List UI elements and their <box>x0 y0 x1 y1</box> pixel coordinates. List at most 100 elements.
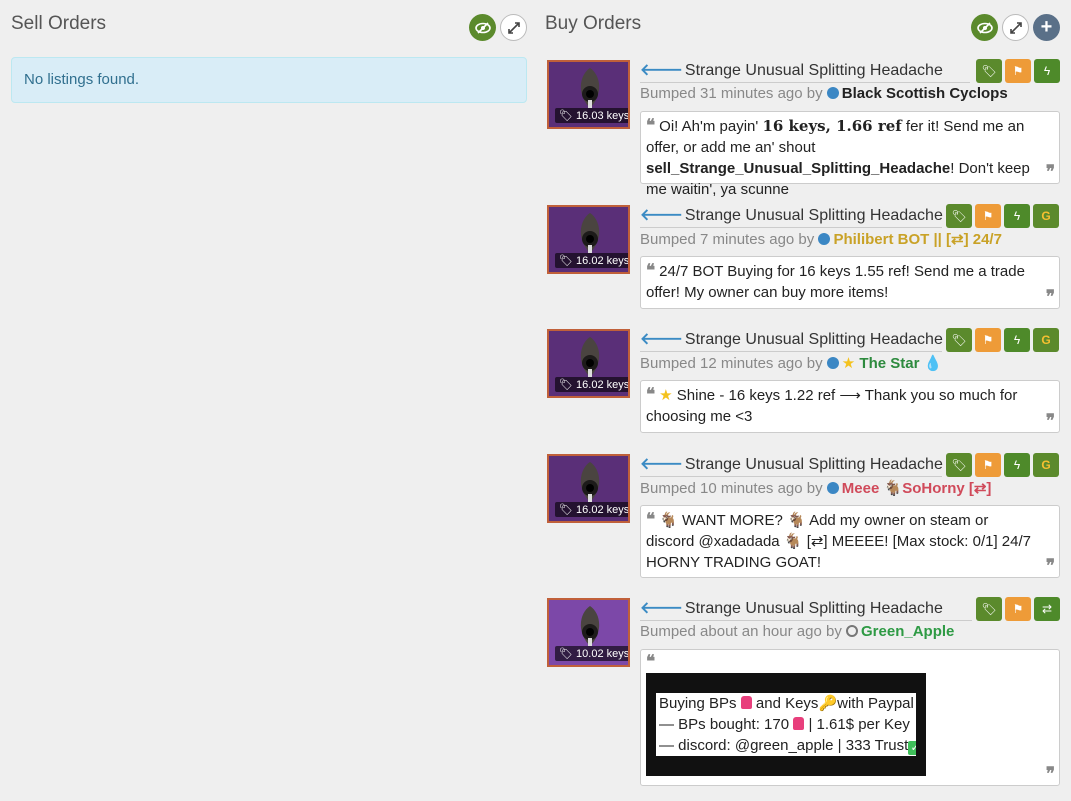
item-name: Strange Unusual Splitting Headache <box>684 62 943 79</box>
flag-button[interactable]: ⚑ <box>1005 597 1031 621</box>
bolt-button[interactable]: ϟ <box>1004 453 1030 477</box>
flag-icon: ⚑ <box>1012 64 1024 78</box>
ascii-border <box>646 673 926 693</box>
arrow-left-icon: 🡐 <box>640 456 683 473</box>
item-title[interactable]: 🡐 Strange Unusual Splitting Headache <box>640 454 943 476</box>
goat-icon: 🐐 <box>883 480 903 497</box>
comment-line: — discord: @green_apple | 333 Trust✓ <box>646 735 1035 756</box>
price-tag: 🏷 16.02 keys <box>555 253 630 268</box>
expand-button[interactable] <box>500 14 527 41</box>
bumped-text: Bumped 10 minutes ago by <box>640 480 823 497</box>
comment-text: — discord: @green_apple | 333 Trust <box>659 737 909 754</box>
item-image <box>580 462 600 502</box>
price-text: 16.02 keys <box>576 255 630 267</box>
user-name-part: Meee <box>841 480 880 497</box>
flag-icon: ⚑ <box>982 458 994 472</box>
item-thumbnail[interactable]: 🏷 16.03 keys <box>547 60 630 129</box>
bumped-info: Bumped 7 minutes ago by Philibert BOT ||… <box>640 230 1002 248</box>
comment-text: sell_Strange_Unusual_Splitting_Headache <box>646 160 951 177</box>
flag-button[interactable]: ⚑ <box>975 328 1001 352</box>
autobot-icon: G <box>1041 209 1051 223</box>
bumped-info: Bumped about an hour ago by Green_Apple <box>640 623 954 640</box>
droplet-icon: 💧 <box>923 355 943 372</box>
autobot-button[interactable]: G <box>1033 328 1059 352</box>
bolt-button[interactable]: ϟ <box>1034 59 1060 83</box>
key-icon: 🔑 <box>818 695 838 712</box>
autobot-button[interactable]: G <box>1033 204 1059 228</box>
trade-button[interactable]: ⇄ <box>1034 597 1060 621</box>
flag-button[interactable]: ⚑ <box>975 453 1001 477</box>
ascii-border <box>646 714 656 735</box>
add-listing-button[interactable]: + <box>1033 14 1060 41</box>
bumped-text: Bumped 31 minutes ago by <box>640 85 823 102</box>
comment-text: and Keys <box>755 695 819 712</box>
tag-icon: 🏷 <box>559 255 573 267</box>
tag-button[interactable]: 🏷 <box>976 597 1002 621</box>
toggle-visibility-button[interactable] <box>469 14 496 41</box>
item-title[interactable]: 🡐 Strange Unusual Splitting Headache <box>640 329 943 351</box>
ascii-border <box>646 693 656 714</box>
tag-button[interactable]: 🏷 <box>976 59 1002 83</box>
arrow-left-icon: 🡐 <box>640 600 683 617</box>
expand-button[interactable] <box>1002 14 1029 41</box>
item-name: Strange Unusual Splitting Headache <box>684 207 943 224</box>
star-icon: ★ <box>659 387 673 404</box>
toggle-visibility-button[interactable] <box>971 14 998 41</box>
user-link[interactable]: Philibert BOT || [⇄] 24/7 <box>833 231 1002 248</box>
item-title[interactable]: 🡐 Strange Unusual Splitting Headache <box>640 205 943 227</box>
tag-icon: 🏷 <box>951 209 967 223</box>
flag-button[interactable]: ⚑ <box>975 204 1001 228</box>
item-title[interactable]: 🡐 Strange Unusual Splitting Headache <box>640 60 943 82</box>
bumped-text: Bumped 7 minutes ago by <box>640 231 815 248</box>
listing-comment: ❝ 24/7 BOT Buying for 16 keys 1.55 ref! S… <box>640 256 1060 309</box>
quote-close-icon: ❞ <box>1045 287 1055 307</box>
tag-button[interactable]: 🏷 <box>946 204 972 228</box>
online-status-icon <box>826 482 839 494</box>
flag-icon: ⚑ <box>982 333 994 347</box>
flag-icon: ⚑ <box>982 209 994 223</box>
autobot-icon: G <box>1041 458 1051 472</box>
divider <box>640 82 970 83</box>
item-thumbnail[interactable]: 🏷 16.02 keys <box>547 329 630 398</box>
exchange-icon: ⇄ <box>1041 602 1053 616</box>
bumped-info: Bumped 10 minutes ago by Meee 🐐SoHorny [… <box>640 479 991 497</box>
tag-button[interactable]: 🏷 <box>946 328 972 352</box>
flag-button[interactable]: ⚑ <box>1005 59 1031 83</box>
flag-icon: ⚑ <box>1012 602 1024 616</box>
user-link[interactable]: Meee 🐐SoHorny [⇄] <box>842 480 992 497</box>
bolt-button[interactable]: ϟ <box>1004 204 1030 228</box>
quote-open-icon: ❝ <box>646 261 656 281</box>
item-thumbnail[interactable]: 🏷 16.02 keys <box>547 205 630 274</box>
item-thumbnail[interactable]: 🏷 10.02 keys <box>547 598 630 667</box>
item-title[interactable]: 🡐 Strange Unusual Splitting Headache <box>640 598 943 620</box>
expand-icon <box>507 21 520 34</box>
comment-text: Shine - 16 keys 1.22 ref ⟶ Thank you so … <box>646 387 1018 425</box>
quote-close-icon: ❞ <box>1045 556 1055 576</box>
user-link[interactable]: Black Scottish Cyclops <box>842 85 1008 102</box>
user-link[interactable]: The Star <box>859 355 919 372</box>
goat-icon: 🐐 <box>783 533 803 550</box>
user-name-part: SoHorny [⇄] <box>902 480 992 497</box>
shopping-bag-icon <box>740 696 752 709</box>
tag-icon: 🏷 <box>951 333 967 347</box>
comment-text: 24/7 BOT Buying for 16 keys 1.55 ref! Se… <box>646 263 1025 301</box>
tag-icon: 🏷 <box>951 458 967 472</box>
item-image <box>580 606 600 646</box>
expand-icon <box>1009 21 1022 34</box>
tag-icon: 🏷 <box>981 64 997 78</box>
tag-icon: 🏷 <box>559 648 573 660</box>
item-thumbnail[interactable]: 🏷 16.02 keys <box>547 454 630 523</box>
autobot-button[interactable]: G <box>1033 453 1059 477</box>
bolt-button[interactable]: ϟ <box>1004 328 1030 352</box>
quote-close-icon: ❞ <box>1045 764 1055 784</box>
arrow-left-icon: 🡐 <box>640 62 683 79</box>
user-link[interactable]: Green_Apple <box>861 623 954 640</box>
bumped-info: Bumped 31 minutes ago by Black Scottish … <box>640 85 1008 102</box>
price-text: 16.02 keys <box>576 504 630 516</box>
comment-line: Buying BPs and Keys🔑with Paypal <box>646 693 1035 714</box>
tag-button[interactable]: 🏷 <box>946 453 972 477</box>
item-image <box>580 68 600 108</box>
arrow-left-icon: 🡐 <box>640 331 683 348</box>
bolt-icon: ϟ <box>1043 64 1051 78</box>
item-name: Strange Unusual Splitting Headache <box>684 600 943 617</box>
